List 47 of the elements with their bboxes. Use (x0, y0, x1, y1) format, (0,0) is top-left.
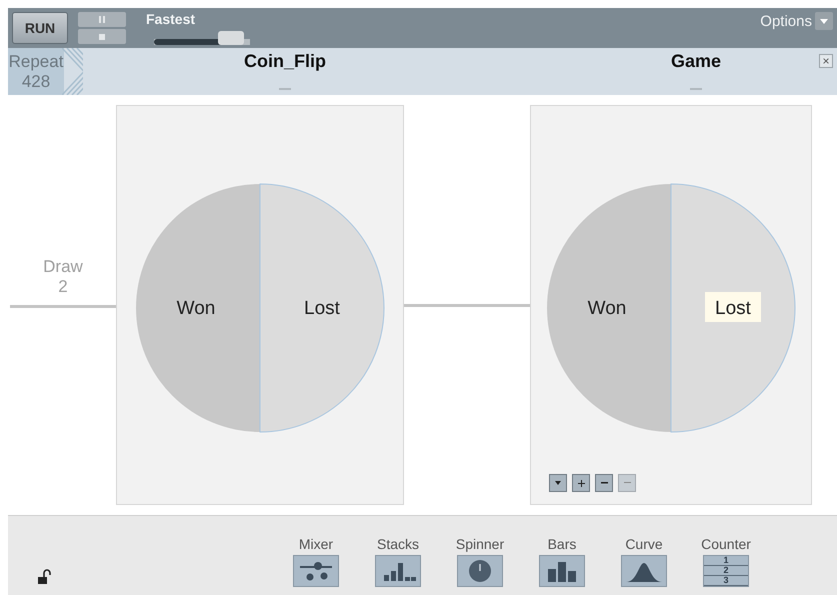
device-tool[interactable]: Counter 1 2 3 (694, 536, 758, 587)
resize-handle[interactable] (279, 88, 291, 90)
slider-thumb[interactable] (218, 31, 244, 45)
tool-label: Spinner (456, 536, 504, 552)
bars-icon (546, 559, 578, 583)
tool-label: Stacks (376, 536, 419, 552)
segment-label: Won (588, 298, 626, 319)
device-title: Game (670, 51, 722, 72)
spinner-icon (468, 559, 492, 583)
caret-icon (555, 481, 561, 485)
device-tool[interactable]: Curve (612, 536, 676, 587)
repeat-count: 428 (22, 72, 50, 92)
balls-icon (298, 559, 334, 583)
tool-label: Curve (625, 536, 663, 552)
tool-label: Bars (548, 536, 576, 552)
dropdown-button[interactable] (549, 474, 567, 492)
device-tool[interactable]: Stacks (366, 536, 430, 587)
minus-icon (600, 482, 608, 484)
tool-label: Counter (701, 536, 751, 552)
device-title: Coin_Flip (244, 51, 326, 72)
run-button[interactable]: RUN (12, 12, 68, 44)
segment-label: Won (176, 298, 216, 319)
segment-label: Lost (304, 298, 340, 319)
options-menu[interactable]: Options (760, 12, 833, 30)
device-tool[interactable]: Mixer (284, 536, 348, 587)
minimize-button[interactable] (618, 474, 636, 492)
chevron-drawing (62, 48, 83, 95)
pause-button[interactable] (78, 12, 126, 27)
device-tool[interactable]: Bars (530, 536, 594, 587)
tool-label: Mixer (298, 536, 334, 552)
plus-icon (578, 480, 584, 486)
draw-text: Draw (43, 257, 83, 277)
speed-label: Fastest (146, 11, 196, 27)
stop-icon (99, 34, 105, 40)
unlock-icon[interactable] (38, 569, 52, 585)
stop-button[interactable] (78, 29, 126, 44)
draw-count: 2 (57, 277, 69, 297)
device-tool[interactable]: Spinner (448, 536, 512, 587)
caret-icon (820, 18, 828, 24)
minus-icon (624, 482, 630, 484)
pause-icon (99, 16, 105, 23)
close-button[interactable]: × (819, 54, 833, 68)
repeat-label: Repeat (8, 52, 64, 72)
add-button[interactable] (572, 474, 590, 492)
resize-handle[interactable] (690, 88, 702, 90)
segment-label: Lost (715, 298, 751, 319)
remove-button[interactable] (595, 474, 613, 492)
